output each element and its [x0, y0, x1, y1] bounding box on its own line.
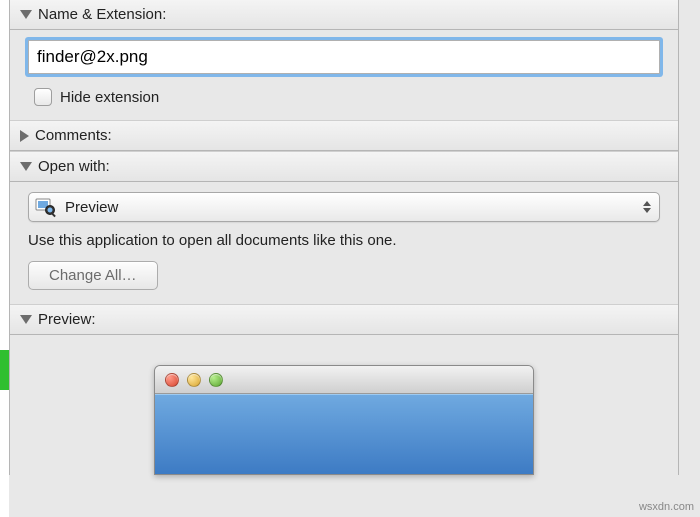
hide-extension-checkbox[interactable]	[34, 88, 52, 106]
hide-extension-label: Hide extension	[60, 89, 159, 106]
preview-body	[155, 394, 533, 474]
disclosure-triangle-down-icon	[20, 10, 32, 19]
open-with-app-label: Preview	[65, 199, 118, 216]
left-green-strip	[0, 350, 9, 390]
section-header-comments[interactable]: Comments:	[10, 120, 678, 151]
open-with-help-text: Use this application to open all documen…	[28, 232, 660, 249]
info-panel: Name & Extension: Hide extension Comment…	[9, 0, 679, 475]
disclosure-triangle-right-icon	[20, 130, 29, 142]
disclosure-triangle-down-icon	[20, 162, 32, 171]
open-with-popup[interactable]: Preview	[28, 192, 660, 222]
preview-app-icon	[35, 196, 57, 218]
traffic-light-close-icon	[165, 373, 179, 387]
popup-arrows-icon	[643, 201, 651, 213]
left-edge	[0, 0, 9, 517]
section-title: Preview:	[38, 311, 96, 328]
filename-input[interactable]	[28, 40, 660, 74]
section-header-open-with[interactable]: Open with:	[10, 151, 678, 182]
section-title: Open with:	[38, 158, 110, 175]
preview-titlebar	[155, 366, 533, 394]
traffic-light-zoom-icon	[209, 373, 223, 387]
section-title: Name & Extension:	[38, 6, 166, 23]
preview-thumbnail-window	[154, 365, 534, 475]
section-body-open-with: Preview Use this application to open all…	[10, 182, 678, 304]
section-title: Comments:	[35, 127, 112, 144]
section-header-preview[interactable]: Preview:	[10, 304, 678, 335]
section-header-name-extension[interactable]: Name & Extension:	[10, 0, 678, 30]
traffic-light-minimize-icon	[187, 373, 201, 387]
preview-area	[10, 335, 678, 475]
hide-extension-row: Hide extension	[34, 88, 660, 106]
watermark: wsxdn.com	[639, 501, 694, 513]
change-all-button[interactable]: Change All…	[28, 261, 158, 290]
disclosure-triangle-down-icon	[20, 315, 32, 324]
section-body-name-extension: Hide extension	[10, 30, 678, 120]
